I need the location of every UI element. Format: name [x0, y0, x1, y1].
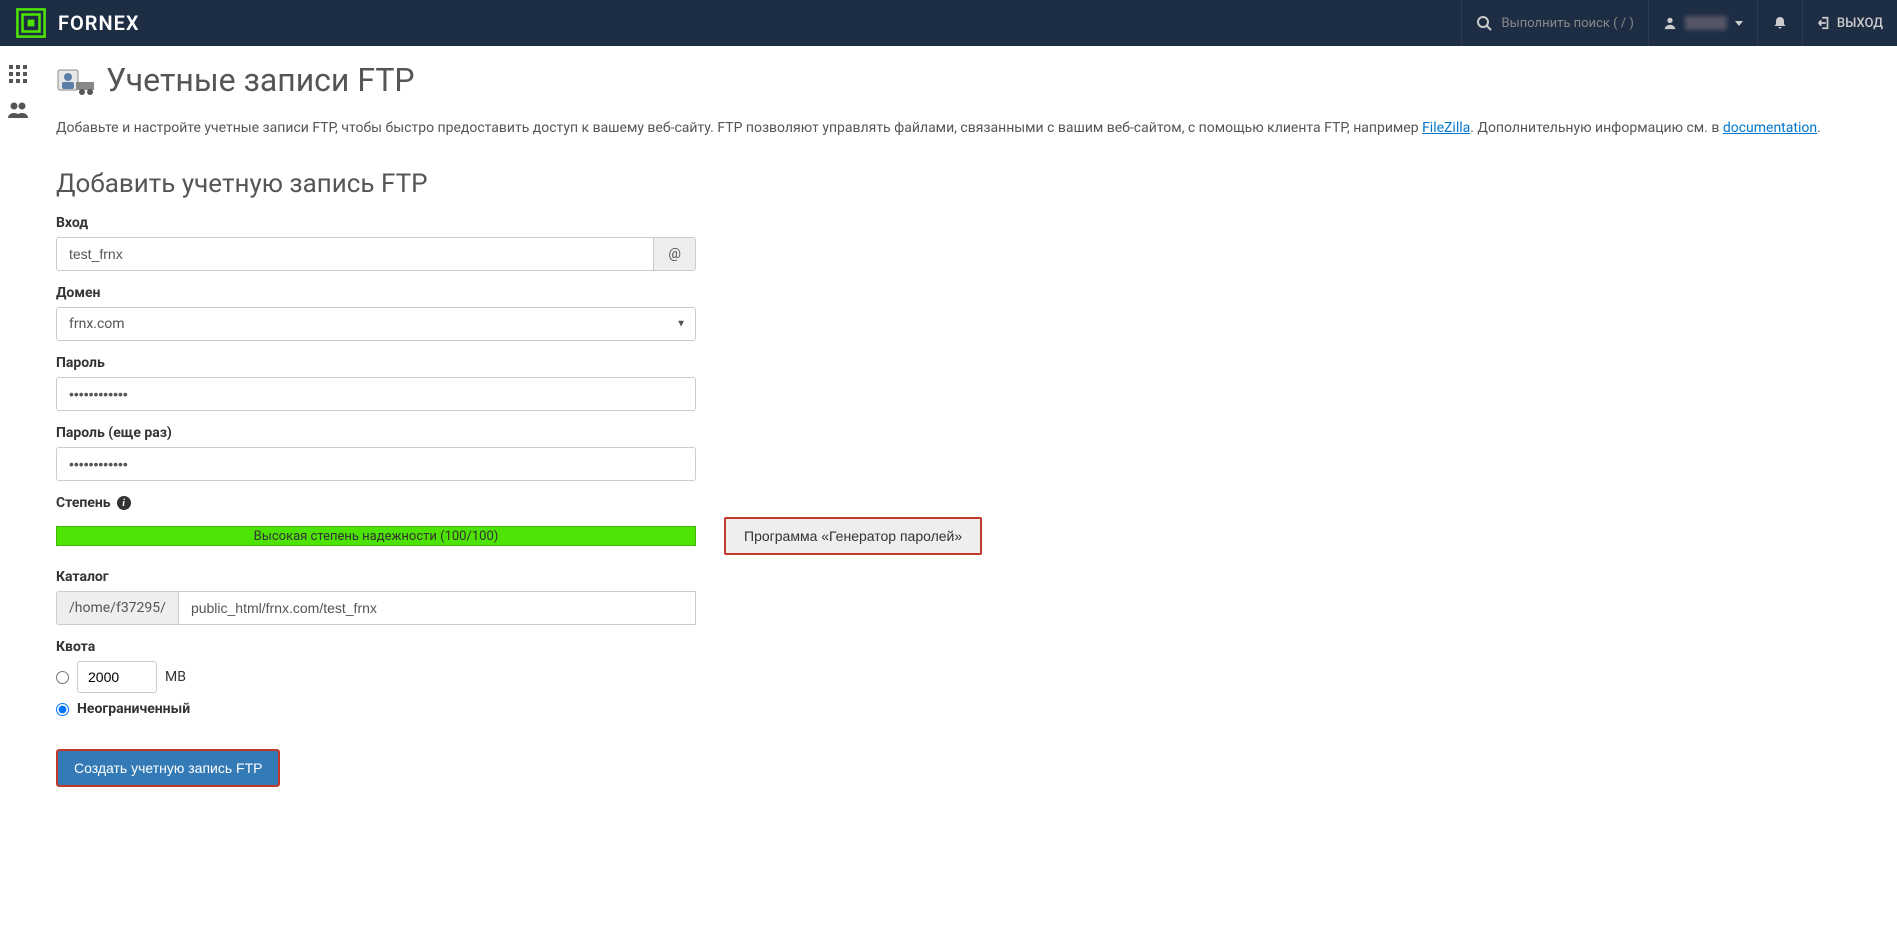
main-content: Учетные записи FTP Добавьте и настройте … [36, 46, 1897, 827]
users-icon [7, 100, 29, 120]
add-account-heading: Добавить учетную запись FTP [56, 169, 1877, 199]
apps-button[interactable] [0, 56, 36, 92]
documentation-link[interactable]: documentation [1723, 120, 1817, 136]
user-icon [1663, 16, 1677, 30]
users-button[interactable] [0, 92, 36, 128]
page-title: Учетные записи FTP [106, 61, 415, 99]
password-again-label: Пароль (еще раз) [56, 425, 1877, 441]
brand-icon [14, 6, 48, 40]
directory-label: Каталог [56, 569, 1877, 585]
search-placeholder: Выполнить поиск ( / ) [1502, 16, 1634, 31]
bell-icon [1772, 15, 1788, 31]
notifications-button[interactable] [1757, 0, 1802, 46]
user-menu[interactable] [1648, 0, 1757, 46]
domain-label: Домен [56, 285, 1877, 301]
password-label: Пароль [56, 355, 1877, 371]
info-icon[interactable]: i [117, 496, 131, 510]
logout-button[interactable]: ВЫХОД [1802, 0, 1897, 46]
quota-unlimited-label: Неограниченный [77, 701, 190, 717]
quota-label: Квота [56, 639, 1877, 655]
login-label: Вход [56, 215, 1877, 231]
search-trigger[interactable]: Выполнить поиск ( / ) [1461, 0, 1648, 46]
password-strength-bar: Высокая степень надежности (100/100) [56, 526, 696, 546]
password-input[interactable] [56, 377, 696, 411]
quota-limited-radio[interactable] [56, 671, 69, 684]
ftp-accounts-icon [56, 60, 96, 100]
top-header: FORNEX Выполнить поиск ( / ) ВЫХОД [0, 0, 1897, 46]
logout-label: ВЫХОД [1837, 16, 1883, 31]
quota-unlimited-radio[interactable] [56, 703, 69, 716]
directory-prefix: /home/f37295/ [56, 591, 178, 625]
filezilla-link[interactable]: FileZilla [1422, 120, 1470, 136]
search-icon [1476, 15, 1492, 31]
password-again-input[interactable] [56, 447, 696, 481]
chevron-down-icon [1735, 21, 1743, 26]
brand[interactable]: FORNEX [0, 6, 154, 40]
strength-label: Степень i [56, 495, 1877, 511]
logout-icon [1817, 16, 1831, 30]
quota-input[interactable] [77, 661, 157, 693]
create-ftp-account-button[interactable]: Создать учетную запись FTP [56, 749, 280, 787]
grid-icon [8, 64, 28, 84]
login-input[interactable] [56, 237, 654, 271]
intro-text: Добавьте и настройте учетные записи FTP,… [56, 118, 1877, 139]
mini-sidebar [0, 46, 36, 128]
generate-password-button[interactable]: Программа «Генератор паролей» [724, 517, 982, 555]
quota-unit: МВ [165, 669, 186, 685]
username-blurred [1685, 16, 1727, 30]
domain-select[interactable]: frnx.com [56, 307, 696, 341]
brand-text: FORNEX [58, 11, 140, 35]
directory-input[interactable] [178, 591, 696, 625]
at-addon: @ [654, 237, 696, 271]
